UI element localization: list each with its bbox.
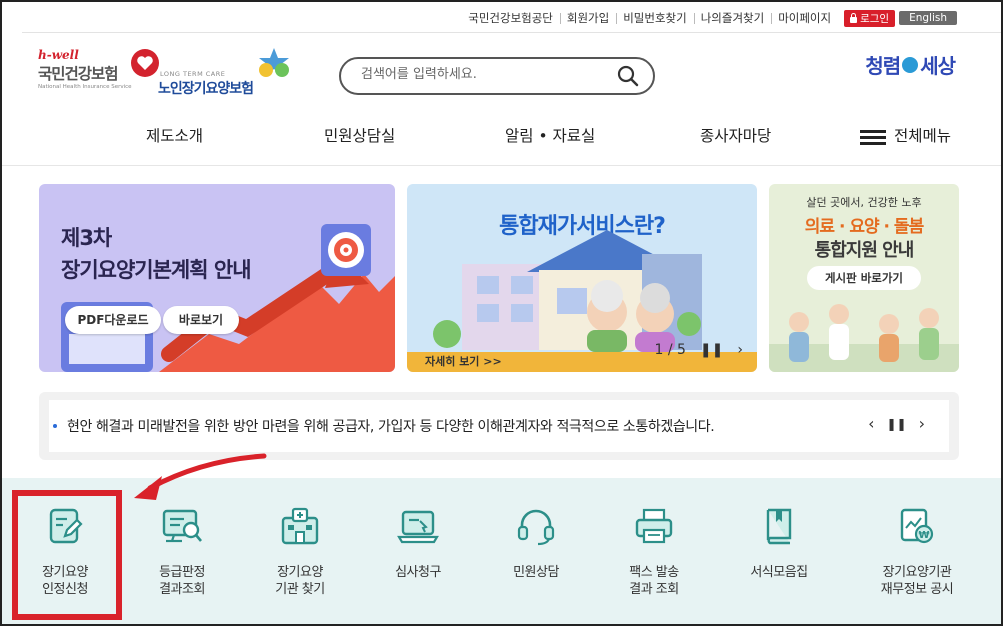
notice-text[interactable]: 현안 해결과 미래발전을 위한 방안 마련을 위해 공급자, 가입자 등 다양한… (67, 416, 715, 436)
quick-item-financial-disclosure[interactable]: ₩ 장기요양기관 재무정보 공시 (857, 506, 977, 598)
quick-label: 심사청구 (395, 565, 441, 580)
monitor-search-icon (162, 509, 202, 543)
chevron-right-icon[interactable]: › (919, 414, 925, 434)
nhis-logo[interactable]: h-well 국민건강보험 National Health Insurance … (38, 48, 168, 98)
book-icon (766, 508, 792, 545)
quick-item-review-claim[interactable]: 심사청구 (358, 506, 478, 581)
rising-arrow-illustration (61, 224, 395, 372)
banner-carousel-controls: 1 / 5 ❚❚ › (654, 342, 743, 358)
clean-logo-dot-icon (902, 56, 919, 73)
banner-integrated-care[interactable]: 통합재가서비스란? 자세히 보기 >> 1 / 5 ❚❚ › (407, 184, 757, 372)
chevron-right-icon[interactable]: › (737, 342, 743, 358)
nav-item-notice[interactable]: 알림 • 자료실 (505, 124, 595, 146)
banner-integrated-support[interactable]: 살던 곳에서, 건강한 노후 의료 · 요양 · 돌봄 통합지원 안내 게시판 … (769, 184, 959, 372)
quick-item-fax-result[interactable]: 팩스 발송 결과 조회 (594, 506, 714, 598)
laptop-icon (397, 510, 439, 544)
util-link-mypage[interactable]: 마이페이지 (771, 10, 838, 26)
util-link-nhis[interactable]: 국민건강보험공단 (461, 10, 560, 26)
lock-icon (850, 12, 858, 23)
util-link-signup[interactable]: 회원가입 (559, 10, 616, 26)
nav-item-system[interactable]: 제도소개 (146, 124, 203, 146)
banner2-more-link[interactable]: 자세히 보기 >> (425, 353, 502, 369)
english-button[interactable]: English (899, 11, 957, 25)
carousel-pager: 1 / 5 (654, 342, 686, 358)
search-input[interactable] (361, 67, 601, 82)
banner-ltc-plan[interactable]: 제3차 장기요양기본계획 안내 PDF다운로드 바로보기 (39, 184, 395, 372)
hospital-icon (281, 507, 319, 545)
nav-item-all-menu[interactable]: 전체메뉴 (894, 124, 951, 146)
divider (22, 32, 1001, 33)
quick-label: 장기요양 기관 찾기 (275, 565, 325, 597)
printer-icon (635, 508, 673, 544)
quick-label: 서식모음집 (750, 565, 808, 580)
pause-icon[interactable]: ❚❚ (700, 342, 723, 358)
finance-report-icon: ₩ (900, 508, 934, 544)
heart-logo-icon (131, 49, 159, 77)
star-logo-icon (259, 48, 289, 77)
quick-label: 팩스 발송 결과 조회 (629, 565, 679, 597)
red-arrow-annotation (134, 453, 267, 500)
bullet-icon (53, 424, 57, 428)
login-label: 로그인 (860, 12, 890, 25)
page-frame: 국민건강보험공단 회원가입 비밀번호찾기 나의즐겨찾기 마이페이지 로그인 En… (0, 0, 1003, 626)
ltc-logo[interactable]: LONG TERM CARE 노인장기요양보험 (158, 46, 298, 98)
nav-item-civil[interactable]: 민원상담실 (324, 124, 395, 146)
quick-item-civil-consult[interactable]: 민원상담 (476, 506, 596, 581)
logo-ltc-small: LONG TERM CARE (160, 70, 226, 78)
main-nav: 제도소개 민원상담실 알림 • 자료실 종사자마당 전체메뉴 (2, 124, 1001, 150)
quick-item-grade-result[interactable]: 등급판정 결과조회 (122, 506, 242, 598)
clean-logo-left: 청렴 (865, 54, 901, 78)
pause-icon[interactable]: ❚❚ (886, 414, 906, 434)
quick-label: 장기요양기관 재무정보 공시 (880, 565, 954, 597)
view-button[interactable]: 바로보기 (163, 306, 239, 334)
notice-controls: ‹ ❚❚ › (868, 414, 925, 434)
quick-item-forms[interactable]: 서식모음집 (719, 506, 839, 581)
svg-text:₩: ₩ (918, 530, 929, 541)
hamburger-icon[interactable] (860, 130, 886, 145)
clean-logo-right: 세상 (920, 54, 956, 78)
util-link-find-password[interactable]: 비밀번호찾기 (616, 10, 693, 26)
search-icon[interactable] (617, 65, 639, 87)
clean-world-logo[interactable]: 청렴 세상 (865, 50, 956, 79)
utility-bar: 국민건강보험공단 회원가입 비밀번호찾기 나의즐겨찾기 마이페이지 로그인 En… (461, 8, 957, 28)
board-shortcut-button[interactable]: 게시판 바로가기 (807, 266, 921, 290)
nav-item-worker[interactable]: 종사자마당 (700, 124, 771, 146)
search-box (339, 57, 655, 95)
pdf-download-button[interactable]: PDF다운로드 (65, 306, 161, 334)
logo-sub: National Health Insurance Service (38, 84, 132, 90)
banner3-line1: 살던 곳에서, 건강한 노후 (806, 196, 922, 209)
quick-label: 등급판정 결과조회 (159, 565, 205, 597)
banner3-line3: 통합지원 안내 (814, 240, 915, 261)
chevron-left-icon[interactable]: ‹ (868, 414, 874, 434)
login-button[interactable]: 로그인 (844, 9, 896, 27)
logo-ltc-name: 노인장기요양보험 (158, 81, 254, 97)
banner3-line2: 의료 · 요양 · 돌봄 (804, 217, 924, 237)
headset-icon (517, 509, 555, 546)
quick-label: 민원상담 (513, 565, 559, 580)
care-illustration (769, 304, 959, 372)
util-link-favorites[interactable]: 나의즐겨찾기 (693, 10, 771, 26)
highlight-box (12, 490, 122, 620)
quick-item-find-facility[interactable]: 장기요양 기관 찾기 (240, 506, 360, 598)
divider (2, 165, 1001, 166)
